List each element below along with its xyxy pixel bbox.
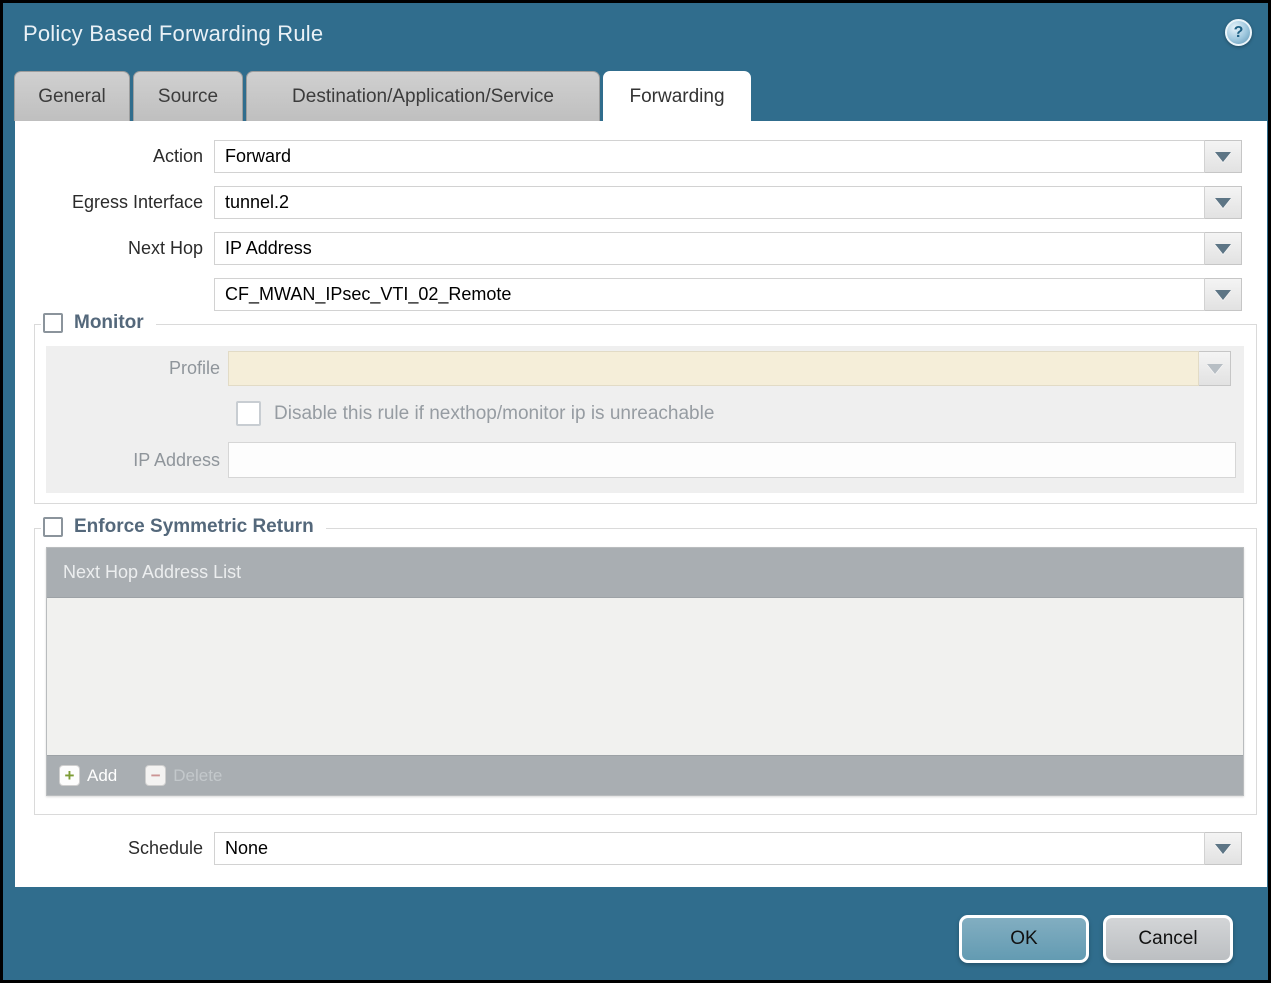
- next-hop-label: Next Hop: [15, 238, 214, 259]
- tab-general[interactable]: General: [14, 71, 130, 121]
- monitor-ip-address-row: IP Address: [46, 442, 1244, 478]
- help-icon[interactable]: ?: [1225, 19, 1252, 46]
- action-field[interactable]: [214, 140, 1205, 173]
- cancel-button[interactable]: Cancel: [1103, 915, 1233, 963]
- disable-rule-checkbox: [236, 401, 261, 426]
- next-hop-address-dropdown-button[interactable]: [1205, 278, 1242, 311]
- dialog-title: Policy Based Forwarding Rule: [23, 21, 323, 47]
- profile-row: Profile: [46, 351, 1244, 386]
- tab-forwarding[interactable]: Forwarding: [603, 71, 751, 121]
- next-hop-address-list-header: Next Hop Address List: [47, 548, 1243, 598]
- ok-button[interactable]: OK: [959, 915, 1089, 963]
- delete-button: − Delete: [145, 765, 222, 786]
- next-hop-address-list-toolbar: + Add − Delete: [47, 755, 1243, 795]
- tab-bar: General Source Destination/Application/S…: [14, 71, 751, 121]
- plus-icon: +: [59, 765, 80, 786]
- enforce-symmetric-return-section: Enforce Symmetric Return Next Hop Addres…: [34, 528, 1257, 815]
- chevron-down-icon: [1215, 844, 1231, 854]
- forwarding-tab-panel: Action Egress Interface Next Hop: [15, 121, 1267, 887]
- tab-source[interactable]: Source: [133, 71, 243, 121]
- next-hop-address-row: [15, 278, 1267, 311]
- delete-button-label: Delete: [173, 766, 222, 786]
- profile-dropdown-button: [1199, 351, 1231, 386]
- minus-icon: −: [145, 765, 166, 786]
- action-label: Action: [15, 146, 214, 167]
- pbf-rule-dialog: Policy Based Forwarding Rule ? General S…: [0, 0, 1271, 983]
- monitor-checkbox[interactable]: [43, 313, 63, 333]
- monitor-ip-address-label: IP Address: [46, 450, 228, 471]
- disable-rule-row: Disable this rule if nexthop/monitor ip …: [236, 401, 1244, 426]
- tab-destination-application-service[interactable]: Destination/Application/Service: [246, 71, 600, 121]
- egress-interface-field[interactable]: [214, 186, 1205, 219]
- enforce-symmetric-return-legend-label: Enforce Symmetric Return: [74, 516, 314, 538]
- title-bar: Policy Based Forwarding Rule ?: [3, 3, 1268, 68]
- profile-field: [228, 351, 1199, 386]
- profile-label: Profile: [46, 358, 228, 379]
- chevron-down-icon: [1215, 290, 1231, 300]
- chevron-down-icon: [1215, 198, 1231, 208]
- chevron-down-icon: [1215, 244, 1231, 254]
- egress-interface-label: Egress Interface: [15, 192, 214, 213]
- dialog-footer: OK Cancel: [3, 887, 1268, 983]
- monitor-legend: Monitor: [41, 312, 156, 334]
- action-dropdown-button[interactable]: [1205, 140, 1242, 173]
- next-hop-address-list-body[interactable]: [47, 598, 1243, 755]
- schedule-label: Schedule: [15, 838, 214, 859]
- next-hop-address-list: Next Hop Address List + Add − Delete: [46, 547, 1244, 796]
- next-hop-row: Next Hop: [15, 232, 1267, 265]
- disable-rule-label: Disable this rule if nexthop/monitor ip …: [274, 403, 714, 425]
- schedule-field[interactable]: [214, 832, 1205, 865]
- enforce-symmetric-return-legend: Enforce Symmetric Return: [41, 516, 326, 538]
- schedule-row: Schedule: [15, 832, 1267, 865]
- egress-interface-dropdown-button[interactable]: [1205, 186, 1242, 219]
- monitor-section: Monitor Profile Disable this rule if nex…: [34, 324, 1257, 504]
- monitor-legend-label: Monitor: [74, 312, 144, 334]
- monitor-body: Profile Disable this rule if nexthop/mon…: [46, 346, 1244, 493]
- add-button[interactable]: + Add: [59, 765, 117, 786]
- chevron-down-icon: [1207, 364, 1223, 374]
- next-hop-type-field[interactable]: [214, 232, 1205, 265]
- add-button-label: Add: [87, 766, 117, 786]
- schedule-dropdown-button[interactable]: [1205, 832, 1242, 865]
- egress-interface-row: Egress Interface: [15, 186, 1267, 219]
- next-hop-type-dropdown-button[interactable]: [1205, 232, 1242, 265]
- monitor-ip-address-field: [228, 442, 1236, 478]
- action-row: Action: [15, 140, 1267, 173]
- next-hop-address-field[interactable]: [214, 278, 1205, 311]
- enforce-symmetric-return-checkbox[interactable]: [43, 517, 63, 537]
- chevron-down-icon: [1215, 152, 1231, 162]
